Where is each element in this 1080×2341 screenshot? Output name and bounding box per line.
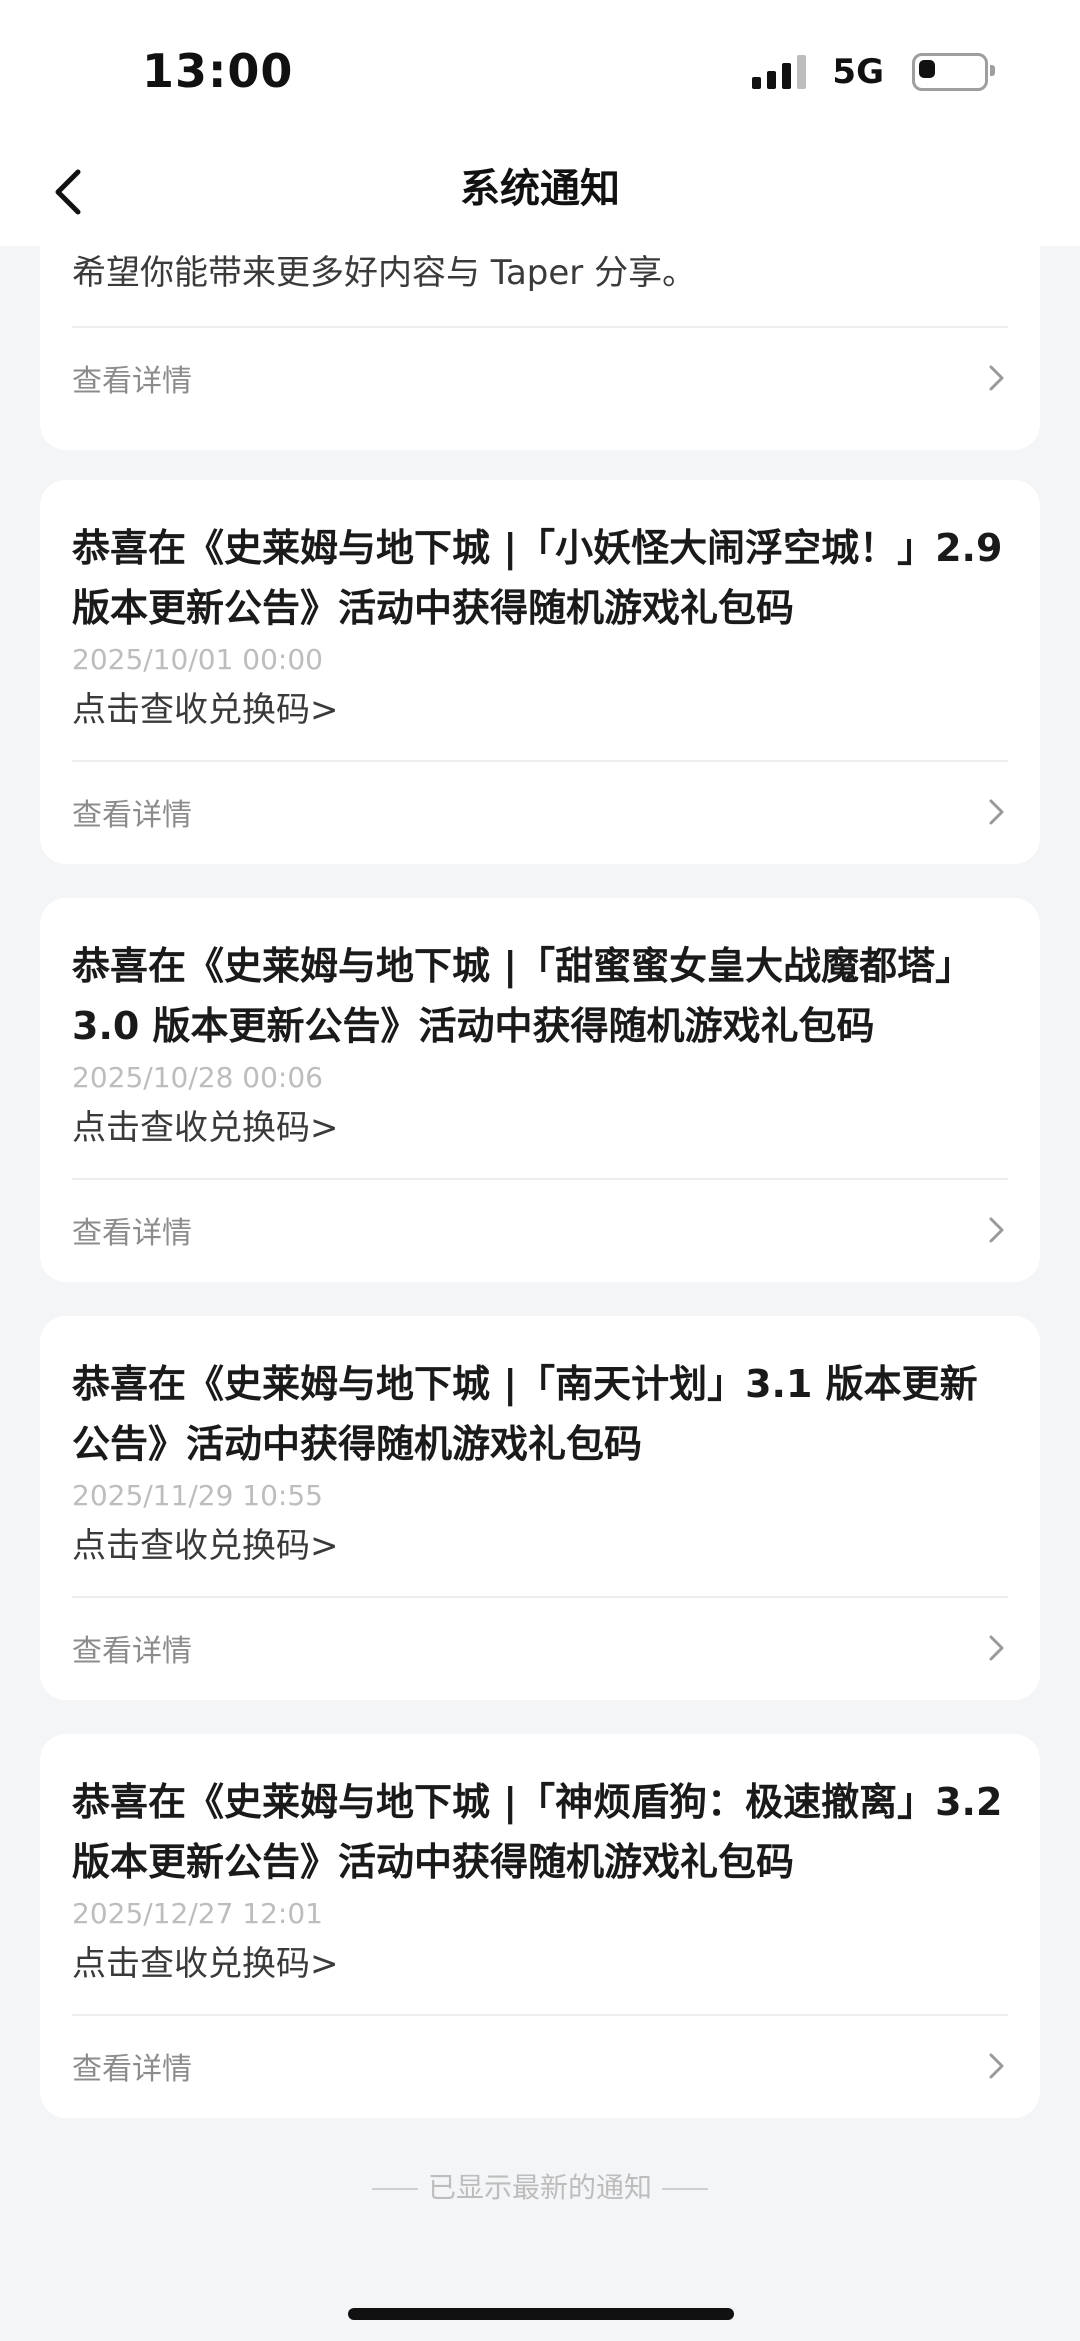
view-details-row[interactable]: 查看详情	[72, 1598, 1008, 1698]
notification-title: 恭喜在《史莱姆与地下城 |「神烦盾狗：极速撤离」3.2 版本更新公告》活动中获得…	[72, 1780, 1003, 1884]
notification-card: 恭喜在《史莱姆与地下城 |「甜蜜蜜女皇大战魔都塔」3.0 版本更新公告》活动中获…	[40, 898, 1040, 1282]
divider-right	[662, 2188, 708, 2190]
chevron-right-icon	[986, 1215, 1008, 1245]
signal-icon	[752, 55, 807, 89]
notification-card: 希望你能带来更多好内容与 Taper 分享。 查看详情	[40, 246, 1040, 450]
status-time: 13:00	[142, 44, 294, 98]
notification-date: 2025/10/01 00:00	[72, 643, 323, 676]
view-details-link: 查看详情	[72, 1634, 192, 1669]
chevron-right-icon	[986, 797, 1008, 827]
view-details-row[interactable]: 查看详情	[72, 328, 1008, 428]
page-title: 系统通知	[460, 166, 620, 212]
notification-title: 恭喜在《史莱姆与地下城 |「甜蜜蜜女皇大战魔都塔」3.0 版本更新公告》活动中获…	[72, 944, 974, 1048]
notification-card: 恭喜在《史莱姆与地下城 |「小妖怪大闹浮空城！」2.9 版本更新公告》活动中获得…	[40, 480, 1040, 864]
redeem-code-link[interactable]: 点击查收兑换码>	[72, 1520, 1008, 1572]
view-details-row[interactable]: 查看详情	[72, 762, 1008, 862]
view-details-link: 查看详情	[72, 2052, 192, 2087]
nav-header: 系统通知	[0, 140, 1080, 246]
home-indicator[interactable]	[348, 2308, 734, 2320]
chevron-right-icon	[986, 363, 1008, 393]
notification-card: 恭喜在《史莱姆与地下城 |「神烦盾狗：极速撤离」3.2 版本更新公告》活动中获得…	[40, 1734, 1040, 2118]
notification-title: 恭喜在《史莱姆与地下城 |「小妖怪大闹浮空城！」2.9 版本更新公告》活动中获得…	[72, 526, 1003, 630]
notification-list[interactable]: 希望你能带来更多好内容与 Taper 分享。 查看详情 恭喜在《史莱姆与地下城 …	[0, 246, 1080, 2341]
view-details-link: 查看详情	[72, 1216, 192, 1251]
chevron-right-icon	[986, 2051, 1008, 2081]
notification-date: 2025/11/29 10:55	[72, 1479, 323, 1512]
notification-date: 2025/10/28 00:06	[72, 1061, 323, 1094]
chevron-right-icon	[986, 1633, 1008, 1663]
list-end-text: 已显示最新的通知	[427, 2171, 652, 2204]
battery-icon	[912, 53, 995, 91]
view-details-row[interactable]: 查看详情	[72, 1180, 1008, 1280]
network-label: 5G	[832, 52, 884, 92]
notification-date: 2025/12/27 12:01	[72, 1897, 323, 1930]
view-details-link: 查看详情	[72, 798, 192, 833]
status-indicators: 5G	[752, 52, 995, 92]
divider-left	[371, 2188, 418, 2190]
list-end-marker: 已显示最新的通知	[0, 2166, 1080, 2206]
notification-card: 恭喜在《史莱姆与地下城 |「南天计划」3.1 版本更新公告》活动中获得随机游戏礼…	[40, 1316, 1040, 1700]
status-bar: 13:00 5G	[0, 0, 1080, 140]
redeem-code-link[interactable]: 点击查收兑换码>	[72, 684, 1008, 736]
notification-title: 恭喜在《史莱姆与地下城 |「南天计划」3.1 版本更新公告》活动中获得随机游戏礼…	[72, 1362, 978, 1466]
redeem-code-link[interactable]: 点击查收兑换码>	[72, 1938, 1008, 1990]
view-details-row[interactable]: 查看详情	[72, 2016, 1008, 2116]
view-details-link: 查看详情	[72, 364, 192, 399]
redeem-code-link[interactable]: 点击查收兑换码>	[72, 1102, 1008, 1154]
notification-body: 希望你能带来更多好内容与 Taper 分享。	[72, 253, 697, 293]
